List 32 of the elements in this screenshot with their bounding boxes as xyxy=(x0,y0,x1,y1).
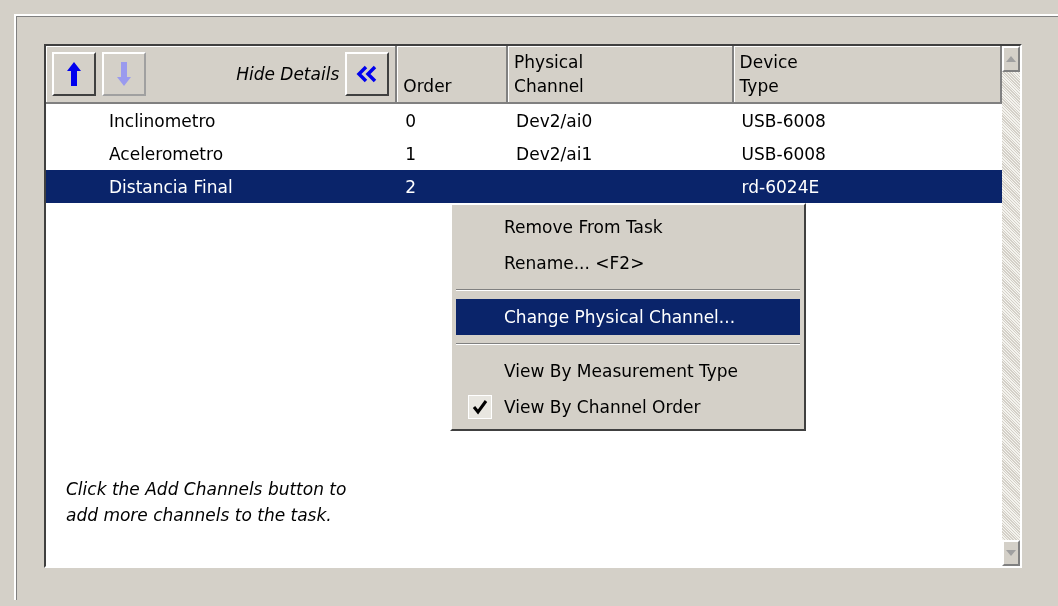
move-up-button[interactable] xyxy=(52,52,96,96)
device-type-cell-text: rd-6024E xyxy=(740,176,821,197)
menu-item[interactable]: Remove From Task xyxy=(456,209,800,245)
physical-channel-cell-text: Dev2/ai1 xyxy=(515,143,594,164)
channel-row[interactable]: Acelerometro 1 Dev2/ai1 USB-6008 xyxy=(46,137,1002,170)
channel-name: Inclinometro xyxy=(108,110,217,131)
channel-row[interactable]: Distancia Final 2 rd-6024E xyxy=(46,170,1002,203)
menu-item[interactable]: View By Measurement Type xyxy=(456,353,800,389)
channel-row[interactable]: Inclinometro 0 Dev2/ai0 USB-6008 xyxy=(46,104,1002,137)
device-type-cell-text: USB-6008 xyxy=(740,143,827,164)
column-header[interactable]: Order xyxy=(397,46,509,104)
channel-name: Distancia Final xyxy=(108,176,234,197)
menu-item[interactable]: Change Physical Channel... xyxy=(456,299,800,335)
order-cell-text: 2 xyxy=(404,176,418,197)
physical-channel-cell-text: Dev2/ai0 xyxy=(515,110,594,131)
down-arrow-icon xyxy=(116,61,132,87)
up-triangle-icon xyxy=(1006,56,1016,62)
scroll-up-button[interactable] xyxy=(1002,46,1020,72)
scrollbar[interactable] xyxy=(1002,46,1020,566)
menu-item[interactable]: Rename... <F2> xyxy=(456,245,800,281)
up-arrow-icon xyxy=(66,61,82,87)
order-cell-text: 1 xyxy=(404,143,418,164)
order-cell-text: 0 xyxy=(404,110,418,131)
down-triangle-icon xyxy=(1006,550,1016,556)
scroll-down-button[interactable] xyxy=(1002,540,1020,566)
collapse-button[interactable] xyxy=(345,52,390,96)
hint-text: Click the Add Channels button to add more channels to the task. xyxy=(66,478,348,527)
menu-item[interactable]: View By Channel Order xyxy=(456,389,800,425)
channel-name: Acelerometro xyxy=(108,143,225,164)
hide-details-label: Hide Details xyxy=(236,63,340,86)
device-type-cell-text: USB-6008 xyxy=(740,110,827,131)
column-header[interactable]: Physical Channel xyxy=(508,46,734,104)
